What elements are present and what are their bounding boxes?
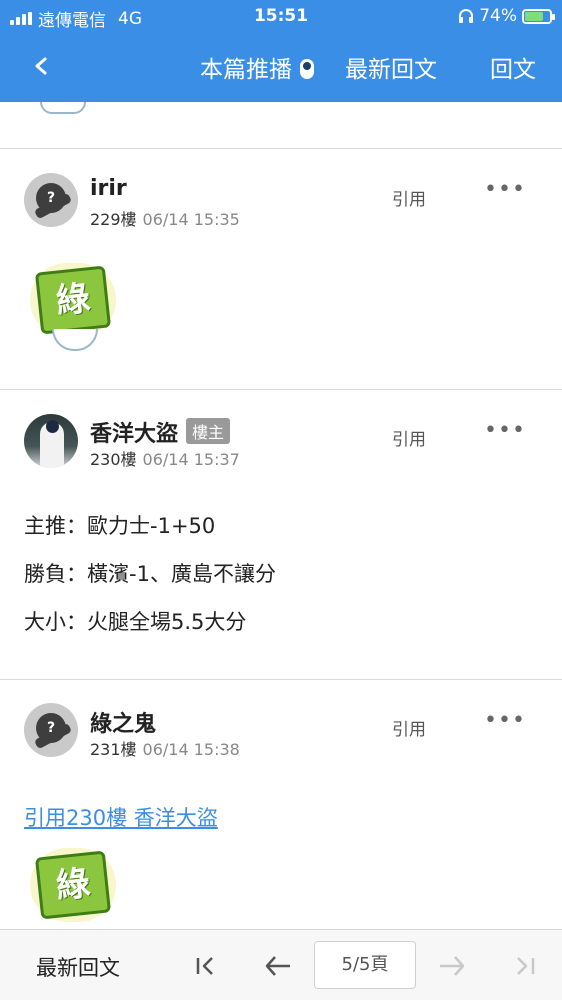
- quote-button[interactable]: 引用: [392, 715, 426, 740]
- push-toggle-icon: [300, 59, 314, 79]
- username-row: 香洋大盜 樓主: [90, 416, 231, 448]
- headphones-icon: [459, 9, 474, 23]
- divider: [0, 679, 562, 680]
- bottom-bar: 最新回文 5/5頁: [0, 929, 562, 1000]
- last-page-icon[interactable]: [510, 952, 540, 980]
- post-line: 勝負：橫濱-1、廣島不讓分: [24, 562, 276, 586]
- quote-reference-link[interactable]: 引用230樓 香洋大盜: [24, 802, 218, 832]
- latest-replies-button[interactable]: 最新回文: [36, 952, 120, 982]
- quote-button[interactable]: 引用: [392, 185, 426, 210]
- green-sticker: 綠: [30, 263, 116, 353]
- username[interactable]: 綠之鬼: [90, 706, 156, 738]
- more-options-icon[interactable]: •••: [484, 418, 526, 443]
- page-selector[interactable]: 5/5頁: [314, 941, 416, 989]
- battery-fill: [525, 11, 543, 21]
- green-sticker: 綠: [30, 848, 116, 938]
- nav-bar: 本篇推播 最新回文 回文: [0, 34, 562, 100]
- latest-replies-button[interactable]: 最新回文: [345, 50, 437, 84]
- top-bar: 遠傳電信 4G 15:51 74% 本篇推播 最新回文 回文: [0, 0, 562, 102]
- reply-button[interactable]: 回文: [490, 50, 536, 84]
- post-meta: 229樓 06/14 15:35: [90, 206, 240, 230]
- username[interactable]: 香洋大盜: [90, 422, 178, 447]
- timestamp: 06/14 15:38: [142, 740, 240, 759]
- more-options-icon[interactable]: •••: [484, 177, 526, 202]
- quote-button[interactable]: 引用: [392, 425, 426, 450]
- post-meta: 231樓 06/14 15:38: [90, 736, 240, 760]
- avatar[interactable]: [24, 414, 78, 468]
- timestamp: 06/14 15:35: [142, 210, 240, 229]
- battery-icon: [522, 8, 555, 24]
- back-arrow-icon[interactable]: [26, 48, 56, 84]
- timestamp: 06/14 15:37: [142, 450, 240, 469]
- more-options-icon[interactable]: •••: [484, 708, 526, 733]
- floor-number: 230樓: [90, 450, 137, 469]
- status-bar: 遠傳電信 4G 15:51 74%: [0, 0, 562, 34]
- avatar[interactable]: ?: [24, 703, 78, 757]
- previous-page-icon[interactable]: [263, 952, 293, 980]
- next-page-icon[interactable]: [437, 952, 467, 980]
- first-page-icon[interactable]: [192, 952, 222, 980]
- post-line: 主推：歐力士-1+50: [24, 514, 216, 538]
- divider: [0, 389, 562, 390]
- divider: [0, 148, 562, 149]
- username[interactable]: irir: [90, 176, 127, 201]
- op-badge: 樓主: [186, 418, 231, 444]
- post-line: 大小：火腿全場5.5大分: [24, 610, 247, 634]
- push-toggle-button[interactable]: 本篇推播: [200, 50, 314, 84]
- floor-number: 229樓: [90, 210, 137, 229]
- sticker-tail: [40, 102, 86, 114]
- push-label: 本篇推播: [200, 57, 292, 83]
- battery-percent: 74%: [479, 6, 517, 26]
- post-meta: 230樓 06/14 15:37: [90, 446, 240, 470]
- status-right: 74%: [458, 6, 555, 26]
- floor-number: 231樓: [90, 740, 137, 759]
- avatar[interactable]: ?: [24, 173, 78, 227]
